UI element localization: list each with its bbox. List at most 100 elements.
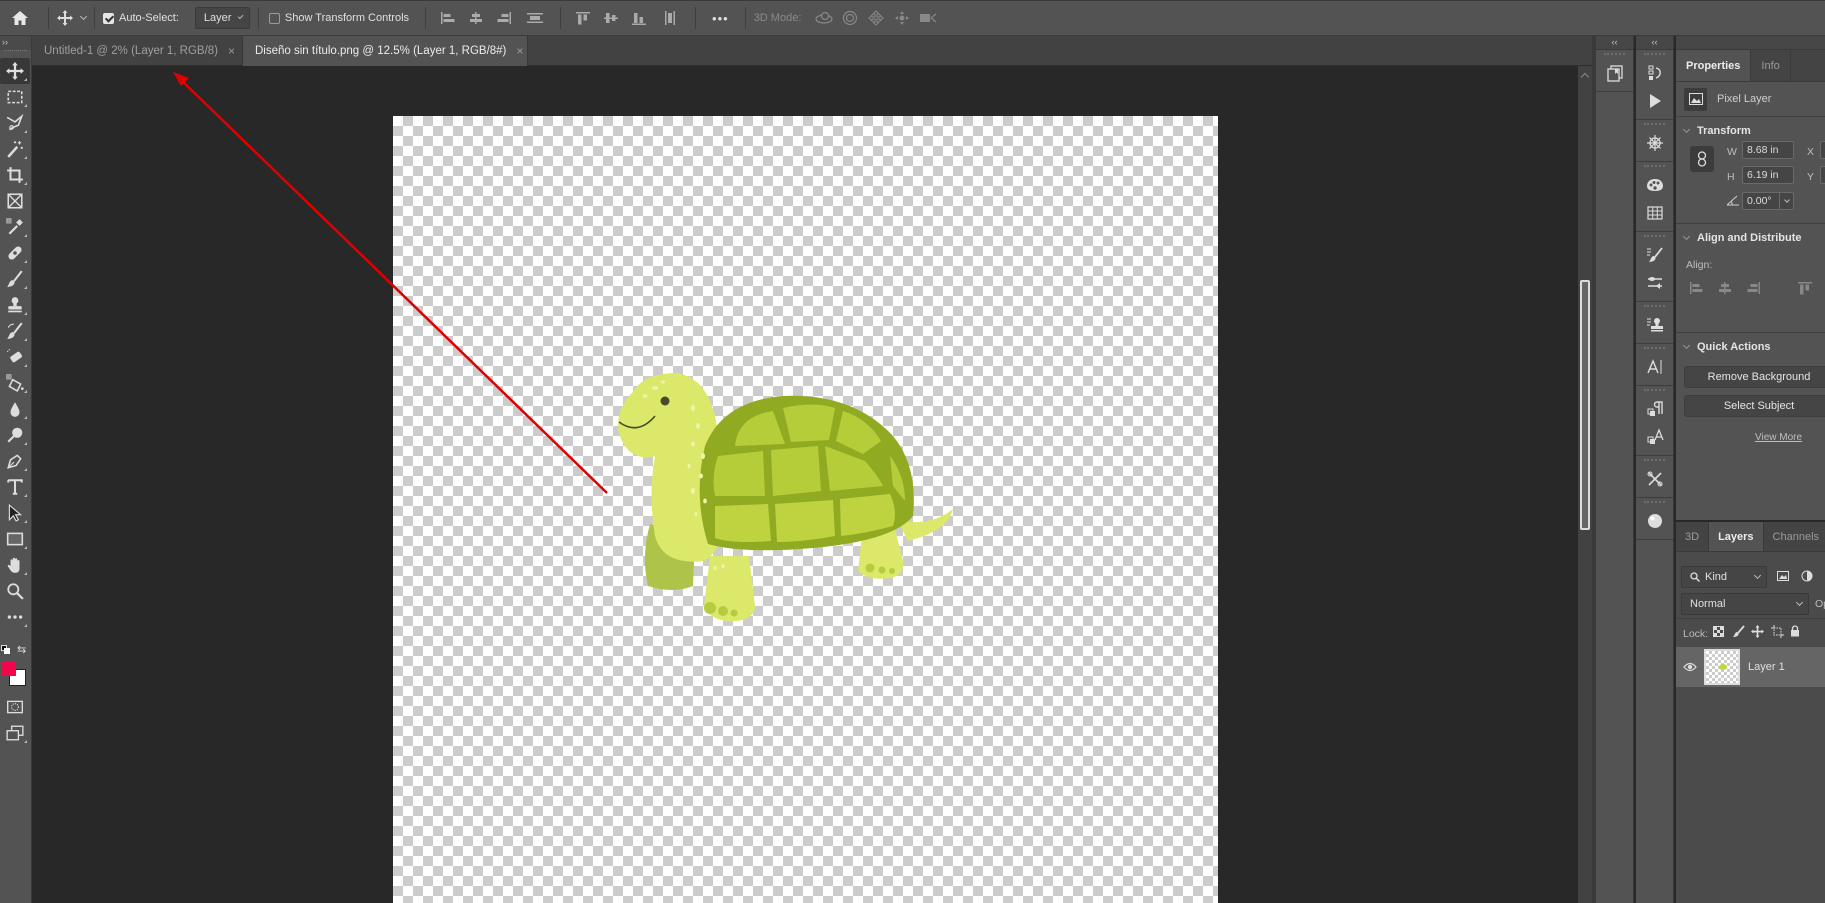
foreground-color-swatch[interactable] — [0, 660, 16, 676]
blend-mode-dropdown[interactable]: Normal — [1681, 593, 1809, 615]
edit-toolbar-button[interactable] — [0, 604, 30, 630]
materials-panel-button[interactable] — [1636, 507, 1674, 535]
actions-panel-button[interactable] — [1636, 87, 1674, 115]
align-vertical-centers-icon[interactable] — [597, 6, 625, 30]
frame-tool[interactable] — [0, 188, 30, 214]
tab-layers[interactable]: Layers — [1709, 522, 1764, 551]
scale-3d-icon[interactable] — [915, 6, 941, 30]
screen-mode-button[interactable] — [0, 720, 30, 746]
align-section-header[interactable]: Align and Distribute — [1676, 232, 1802, 244]
crop-tool[interactable] — [0, 162, 30, 188]
scroll-up-icon[interactable] — [1580, 72, 1590, 82]
y-input[interactable] — [1820, 166, 1825, 184]
align-top-edges-icon[interactable] — [569, 6, 597, 30]
eyedropper-tool[interactable] — [0, 214, 30, 240]
layer-row-layer-1[interactable]: Layer 1 — [1676, 647, 1825, 687]
hand-tool[interactable] — [0, 552, 30, 578]
layer-name[interactable]: Layer 1 — [1748, 661, 1785, 673]
tab-channels[interactable]: Channels — [1764, 522, 1825, 551]
auto-select-checkbox[interactable] — [103, 12, 114, 24]
align-right-icon[interactable] — [1746, 282, 1760, 297]
move-tool-preset-button[interactable] — [57, 6, 88, 30]
tab-info[interactable]: Info — [1751, 50, 1791, 81]
clone-source-panel-button[interactable] — [1636, 311, 1674, 339]
swap-colors-icon[interactable]: ⇆ — [17, 643, 26, 656]
brushes-panel-button[interactable] — [1636, 241, 1674, 269]
align-horizontal-centers-icon[interactable] — [462, 6, 490, 30]
navigator-3d-panel-button[interactable] — [1636, 129, 1674, 157]
swatches-panel-button[interactable] — [1636, 199, 1674, 227]
align-right-edges-icon[interactable] — [490, 6, 518, 30]
toolbar-grip[interactable] — [4, 50, 27, 58]
align-bottom-edges-icon[interactable] — [625, 6, 653, 30]
character-panel-button[interactable] — [1636, 353, 1674, 381]
color-panel-button[interactable] — [1636, 171, 1674, 199]
lock-all-icon[interactable] — [1790, 625, 1800, 640]
close-icon[interactable]: × — [516, 44, 523, 58]
visibility-eye-icon[interactable] — [1676, 662, 1704, 672]
paragraph-styles-panel-button[interactable] — [1636, 395, 1674, 423]
align-top-icon[interactable] — [1798, 282, 1812, 298]
scrollbar-thumb[interactable] — [1580, 280, 1603, 530]
lock-transparent-pixels-icon[interactable] — [1713, 626, 1724, 640]
roll-3d-icon[interactable] — [837, 6, 863, 30]
collapse-dock-button[interactable]: ‹‹ — [1596, 36, 1633, 50]
tab-untitled-1[interactable]: Untitled-1 @ 2% (Layer 1, RGB/8) × — [32, 36, 243, 66]
toolbar-collapse-button[interactable]: ›› — [0, 36, 31, 50]
tool-presets-panel-button[interactable] — [1636, 465, 1674, 493]
lock-artboard-icon[interactable] — [1771, 625, 1784, 641]
libraries-panel-button[interactable] — [1596, 59, 1634, 87]
zoom-tool[interactable] — [0, 578, 30, 604]
filter-pixel-layers-icon[interactable] — [1777, 571, 1789, 584]
vertical-scrollbar[interactable] — [1578, 66, 1603, 903]
tab-properties[interactable]: Properties — [1676, 50, 1752, 81]
orbit-3d-icon[interactable] — [811, 6, 837, 30]
auto-select-target-dropdown[interactable]: Layer — [194, 7, 250, 29]
eraser-tool[interactable] — [0, 344, 30, 370]
quick-mask-button[interactable] — [0, 694, 30, 720]
align-left-icon[interactable] — [1690, 282, 1704, 297]
rectangular-marquee-tool[interactable] — [0, 84, 30, 110]
distribute-vertical-icon[interactable] — [653, 6, 687, 30]
lock-image-pixels-icon[interactable] — [1733, 625, 1745, 641]
layer-filter-dropdown[interactable]: Kind — [1681, 566, 1767, 588]
tab-3d[interactable]: 3D — [1676, 522, 1710, 551]
brush-tool[interactable] — [0, 266, 30, 292]
lock-position-icon[interactable] — [1751, 625, 1764, 641]
path-selection-tool[interactable] — [0, 500, 30, 526]
x-input[interactable] — [1820, 141, 1825, 159]
close-icon[interactable]: × — [228, 44, 235, 58]
filter-adjustment-layers-icon[interactable] — [1801, 570, 1813, 585]
history-panel-button[interactable] — [1636, 59, 1674, 87]
more-options-button[interactable]: ••• — [704, 11, 737, 26]
angle-input[interactable]: 0.00° — [1742, 192, 1794, 210]
brush-settings-panel-button[interactable] — [1636, 269, 1674, 297]
tab-diseno-sin-titulo[interactable]: Diseño sin título.png @ 12.5% (Layer 1, … — [243, 36, 528, 66]
spot-healing-brush-tool[interactable] — [0, 240, 30, 266]
quick-actions-section-header[interactable]: Quick Actions — [1676, 341, 1771, 353]
select-subject-button[interactable]: Select Subject — [1684, 395, 1825, 417]
blur-tool[interactable] — [0, 396, 30, 422]
pen-tool[interactable] — [0, 448, 30, 474]
align-center-icon[interactable] — [1718, 282, 1732, 297]
dodge-tool[interactable] — [0, 422, 30, 448]
align-left-edges-icon[interactable] — [434, 6, 462, 30]
width-input[interactable]: 8.68 in — [1742, 141, 1794, 159]
drag-3d-icon[interactable] — [863, 6, 889, 30]
remove-background-button[interactable]: Remove Background — [1684, 366, 1825, 388]
clone-stamp-tool[interactable] — [0, 292, 30, 318]
move-tool[interactable] — [0, 58, 30, 84]
paint-bucket-tool[interactable] — [0, 370, 30, 396]
collapse-dock-button[interactable]: ‹‹ — [1636, 36, 1673, 50]
angle-dropdown[interactable] — [1779, 193, 1793, 209]
magic-wand-tool[interactable] — [0, 136, 30, 162]
height-input[interactable]: 6.19 in — [1742, 166, 1794, 184]
type-tool[interactable] — [0, 474, 30, 500]
show-transform-controls-checkbox[interactable] — [268, 12, 280, 24]
document-canvas-area[interactable] — [32, 66, 1578, 903]
character-styles-panel-button[interactable] — [1636, 423, 1674, 451]
history-brush-tool[interactable] — [0, 318, 30, 344]
slide-3d-icon[interactable] — [889, 6, 915, 30]
link-dimensions-button[interactable] — [1690, 146, 1714, 172]
home-icon[interactable] — [0, 6, 40, 30]
